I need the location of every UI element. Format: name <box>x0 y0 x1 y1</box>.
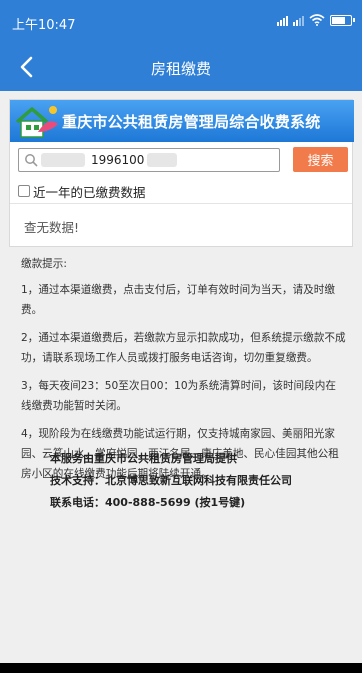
redacted-mask <box>41 153 85 167</box>
year-filter[interactable]: 近一年的已缴费数据 <box>18 183 146 200</box>
search-button[interactable]: 搜索 <box>293 147 348 172</box>
divider <box>10 203 352 204</box>
bottom-bar <box>0 663 362 673</box>
system-banner: 重庆市公共租赁房管理局综合收费系统 <box>10 100 354 142</box>
year-checkbox[interactable] <box>18 185 30 197</box>
status-bar: 上午10:47 <box>0 0 362 44</box>
notice-title: 缴款提示: <box>21 258 67 270</box>
search-field[interactable] <box>18 148 280 172</box>
signal-2-icon <box>293 14 304 26</box>
search-icon <box>25 154 38 167</box>
wifi-icon <box>309 14 325 26</box>
service-provider: 本服务由重庆市公共租赁房管理局提供 <box>50 452 237 465</box>
notice-item: 3，每天夜间23：50至次日00：10为系统清算时间，该时间段内在线缴费功能暂时… <box>21 380 336 412</box>
nav-bar: 房租缴费 <box>0 44 362 91</box>
signal-icon <box>277 14 288 26</box>
query-card: 重庆市公共租赁房管理局综合收费系统 搜索 近一年的已缴费数据 查无数据! <box>9 99 354 247</box>
contact-phone: 联系电话：400-888-5699 (按1号键) <box>50 496 246 509</box>
page-title: 房租缴费 <box>150 60 211 78</box>
status-icons <box>277 13 355 27</box>
status-time: 上午10:47 <box>12 18 76 33</box>
tech-support: 技术支持：北京博思致新互联网科技有限责任公司 <box>50 474 292 487</box>
house-logo-icon <box>15 106 58 138</box>
notice-item: 2，通过本渠道缴费后，若缴款方显示扣款成功，但系统提示缴款不成功，请联系现场工作… <box>21 332 346 364</box>
redacted-mask <box>147 153 177 167</box>
year-filter-label: 近一年的已缴费数据 <box>33 184 146 200</box>
notice-item: 1，通过本渠道缴费，点击支付后，订单有效时间为当天，请及时缴费。 <box>21 284 335 316</box>
battery-icon <box>330 14 355 26</box>
banner-title: 重庆市公共租赁房管理局综合收费系统 <box>62 113 321 131</box>
empty-result: 查无数据! <box>24 220 80 235</box>
service-info: 本服务由重庆市公共租赁房管理局提供 技术支持：北京博思致新互联网科技有限责任公司… <box>50 448 292 514</box>
